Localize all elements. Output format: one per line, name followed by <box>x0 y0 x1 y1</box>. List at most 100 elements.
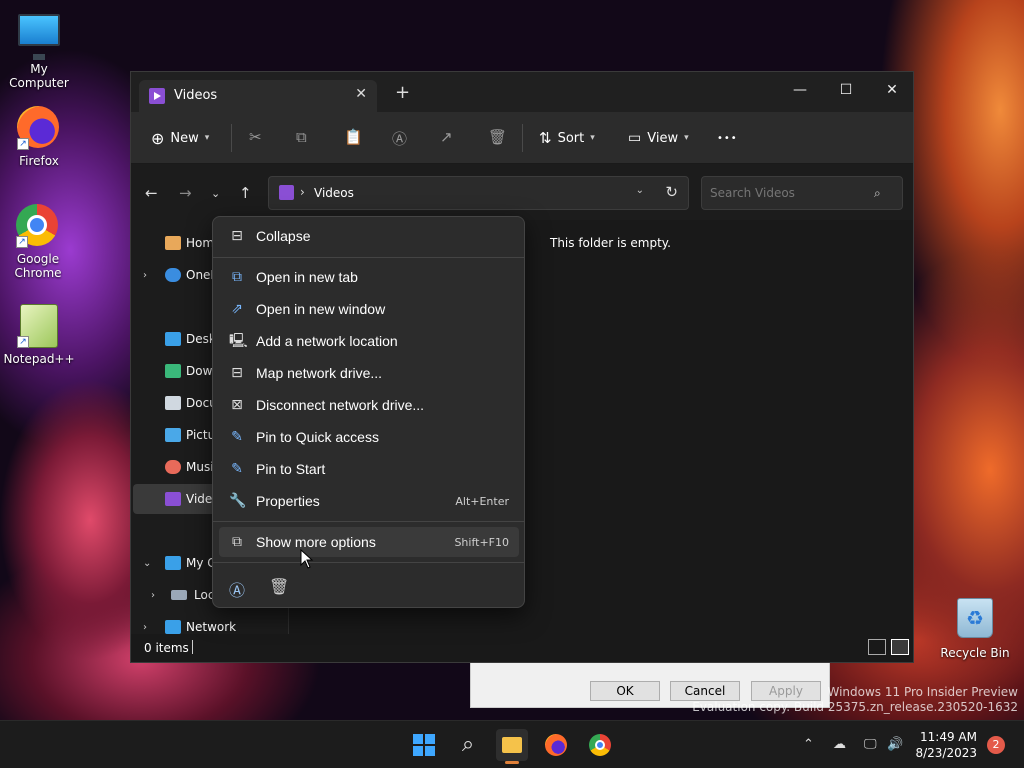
menu-item-open-new-tab[interactable]: ⧉ Open in new tab <box>219 262 519 292</box>
downloads-icon <box>165 364 181 378</box>
delete-icon[interactable]: 🗑 <box>488 128 507 146</box>
network-status-icon[interactable]: 🖵 <box>864 737 877 752</box>
menu-item-pin-start[interactable]: ✎ Pin to Start <box>219 454 519 484</box>
file-explorer-taskbar-button[interactable] <box>496 729 528 764</box>
chevron-right-icon[interactable]: › <box>151 590 155 601</box>
menu-item-show-more-options[interactable]: ⧉ Show more options Shift+F10 <box>219 527 519 557</box>
chevron-down-icon[interactable]: ⌄ <box>143 558 151 569</box>
rename-icon[interactable]: Ⓐ <box>392 128 407 149</box>
breadcrumb-videos[interactable]: Videos <box>314 186 354 200</box>
menu-item-collapse[interactable]: ⊟ Collapse <box>219 221 519 251</box>
windows-watermark: Windows 11 Pro Insider Preview Evaluatio… <box>692 685 1018 715</box>
sort-label: Sort <box>557 130 585 146</box>
windows-logo-tile <box>413 746 423 756</box>
tab-title: Videos <box>174 88 218 103</box>
start-button[interactable] <box>408 729 440 761</box>
paste-icon[interactable]: 📋 <box>344 128 363 146</box>
back-arrow-icon[interactable]: ← <box>145 184 158 202</box>
recycle-bin-icon: ♻ <box>953 598 997 642</box>
watermark-line-1: Windows 11 Pro Insider Preview <box>827 685 1018 699</box>
menu-item-label: Pin to Start <box>256 461 326 477</box>
minimize-button[interactable]: — <box>777 76 823 104</box>
computer-icon <box>17 14 61 58</box>
menu-item-add-network-location[interactable]: 🖳 Add a network location <box>219 326 519 356</box>
divider <box>522 124 523 152</box>
menu-item-label: Map network drive... <box>256 365 383 381</box>
sidebar-item-label: Pictu <box>186 428 216 442</box>
menu-item-open-new-window[interactable]: ⇗ Open in new window <box>219 294 519 324</box>
delete-icon[interactable]: 🗑 <box>269 577 289 596</box>
search-icon[interactable]: ⌕ <box>452 729 484 761</box>
search-icon[interactable]: ⌕ <box>874 186 881 201</box>
volume-icon[interactable]: 🔊 <box>887 737 903 752</box>
title-bar: Videos ✕ + — ☐ ✕ <box>131 72 913 112</box>
videos-icon <box>165 492 181 506</box>
menu-item-properties[interactable]: 🔧 Properties Alt+Enter <box>219 486 519 516</box>
divider <box>231 124 232 152</box>
menu-item-label: Properties <box>256 493 320 509</box>
ok-button[interactable]: OK <box>590 681 660 701</box>
sidebar-item-label: Musi <box>186 460 214 474</box>
copy-icon[interactable]: ⧉ <box>296 128 307 146</box>
clock-time: 11:49 AM <box>920 730 977 744</box>
more-options-button[interactable]: ••• <box>717 124 738 152</box>
share-icon[interactable]: ↗ <box>440 128 453 146</box>
close-window-button[interactable]: ✕ <box>869 76 915 104</box>
clock[interactable]: 11:49 AM 8/23/2023 <box>905 729 977 761</box>
menu-item-map-network-drive[interactable]: ⊟ Map network drive... <box>219 358 519 388</box>
sort-button[interactable]: ⇅ Sort ▾ <box>539 124 595 152</box>
view-icon: ▭ <box>628 130 642 146</box>
cut-icon[interactable]: ✂ <box>249 128 262 146</box>
videos-folder-icon <box>149 88 165 104</box>
firefox-taskbar-icon[interactable] <box>540 729 572 761</box>
address-dropdown-icon[interactable]: ⌄ <box>636 185 644 196</box>
folder-icon <box>502 737 522 753</box>
chevron-right-icon[interactable]: › <box>143 622 147 633</box>
show-hidden-icons-chevron-icon[interactable]: ⌃ <box>803 737 814 752</box>
menu-item-shortcut: Alt+Enter <box>455 494 509 508</box>
menu-item-label: Add a network location <box>256 333 398 349</box>
recent-locations-chevron-icon[interactable]: ⌄ <box>211 187 220 200</box>
empty-folder-message: This folder is empty. <box>550 236 671 250</box>
address-bar[interactable]: › Videos ⌄ ↻ <box>268 176 689 210</box>
new-button[interactable]: ⊕ New ▾ <box>151 124 209 152</box>
onedrive-status-icon[interactable]: ☁ <box>833 737 846 752</box>
chrome-icon: ↗ <box>16 204 60 248</box>
details-view-icon[interactable] <box>868 639 886 655</box>
menu-item-label: Collapse <box>256 228 311 244</box>
map-drive-icon: ⊟ <box>231 365 243 381</box>
desktop-icon-my-computer[interactable]: My Computer <box>0 8 78 90</box>
menu-divider <box>213 257 524 258</box>
onedrive-icon <box>165 268 181 282</box>
chevron-right-icon[interactable]: › <box>143 270 147 281</box>
desktop-icon-firefox[interactable]: ↗ Firefox <box>0 106 78 168</box>
disconnect-drive-icon: ⊠ <box>231 397 243 413</box>
refresh-icon[interactable]: ↻ <box>665 183 678 201</box>
plus-circle-icon: ⊕ <box>151 128 165 148</box>
videos-folder-icon <box>279 185 294 200</box>
new-label: New <box>170 130 199 146</box>
desktop-icon-recycle-bin[interactable]: ♻ Recycle Bin <box>936 598 1014 660</box>
sidebar-item-label: Network <box>186 620 237 634</box>
close-tab-icon[interactable]: ✕ <box>355 86 367 102</box>
rename-icon[interactable]: Ⓐ <box>229 577 245 601</box>
large-icons-view-icon[interactable] <box>891 639 909 655</box>
notification-badge[interactable]: 2 <box>987 736 1005 754</box>
chevron-down-icon: ▾ <box>684 133 689 143</box>
pictures-icon <box>165 428 181 442</box>
up-arrow-icon[interactable]: ↑ <box>239 184 252 202</box>
maximize-button[interactable]: ☐ <box>823 76 869 104</box>
chrome-taskbar-icon[interactable] <box>584 729 616 761</box>
active-indicator <box>505 761 519 764</box>
desktop-icon-chrome[interactable]: ↗ Google Chrome <box>0 204 76 280</box>
view-button[interactable]: ▭ View ▾ <box>628 124 689 152</box>
menu-item-pin-quick-access[interactable]: ✎ Pin to Quick access <box>219 422 519 452</box>
new-tab-button[interactable]: + <box>395 84 410 102</box>
menu-item-disconnect-network-drive[interactable]: ⊠ Disconnect network drive... <box>219 390 519 420</box>
forward-arrow-icon[interactable]: → <box>179 184 192 202</box>
search-input[interactable] <box>701 176 903 210</box>
desktop-icon-notepadpp[interactable]: ↗ Notepad++ <box>0 304 78 366</box>
tab-videos[interactable]: Videos ✕ <box>139 80 377 112</box>
new-tab-icon: ⧉ <box>232 269 242 285</box>
watermark-line-2: Evaluation copy. Build 25375.zn_release.… <box>692 700 1018 714</box>
